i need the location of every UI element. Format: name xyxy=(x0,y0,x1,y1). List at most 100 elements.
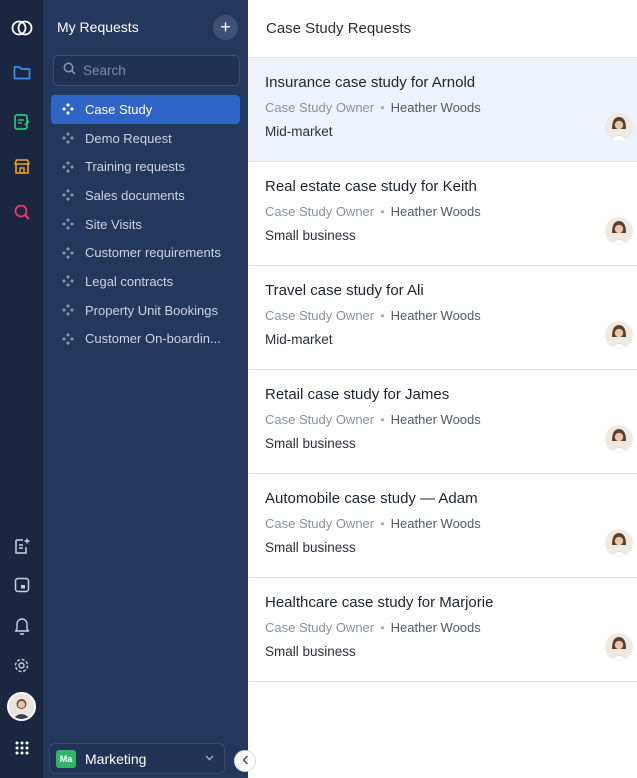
user-avatar[interactable] xyxy=(7,692,36,721)
sidebar-item-sales-documents[interactable]: Sales documents xyxy=(51,181,240,210)
apps-grid-icon[interactable] xyxy=(0,733,43,763)
separator-dot: • xyxy=(380,620,385,635)
owner-avatar xyxy=(605,425,633,453)
request-title: Automobile case study — Adam xyxy=(265,490,478,507)
add-request-button[interactable]: + xyxy=(213,15,238,40)
request-owner-row: Case Study Owner • Heather Woods xyxy=(265,100,637,115)
owner-label: Case Study Owner xyxy=(265,516,375,531)
separator-dot: • xyxy=(380,516,385,531)
owner-label: Case Study Owner xyxy=(265,204,375,219)
sidebar-item-customer-requirements[interactable]: Customer requirements xyxy=(51,238,240,267)
request-segment: Mid-market xyxy=(265,332,333,347)
collapse-sidebar-button[interactable] xyxy=(234,750,256,772)
workflow-diamond-icon xyxy=(60,331,76,347)
request-type-list: Case Study Demo Request Training request… xyxy=(51,95,240,353)
chevron-down-icon xyxy=(205,753,214,764)
sidebar-item-demo-request[interactable]: Demo Request xyxy=(51,124,240,153)
sidebar-item-label: Case Study xyxy=(85,101,153,117)
store-icon[interactable] xyxy=(0,152,43,182)
sidebar-item-label: Customer On-boardin... xyxy=(85,331,221,347)
owner-name: Heather Woods xyxy=(390,620,481,635)
search-input[interactable] xyxy=(83,63,223,78)
owner-label: Case Study Owner xyxy=(265,100,375,115)
sidebar-item-label: Site Visits xyxy=(85,216,142,232)
request-title: Travel case study for Ali xyxy=(265,282,424,299)
workflow-diamond-icon xyxy=(60,187,76,203)
request-title: Insurance case study for Arnold xyxy=(265,74,476,91)
owner-name: Heather Woods xyxy=(390,204,481,219)
request-card[interactable]: Insurance case study for Arnold Case Stu… xyxy=(248,58,637,162)
settings-icon[interactable] xyxy=(0,650,43,680)
sidebar-item-property-unit-bookings[interactable]: Property Unit Bookings xyxy=(51,296,240,325)
owner-avatar xyxy=(605,217,633,245)
sidebar-item-customer-onboarding[interactable]: Customer On-boardin... xyxy=(51,325,240,354)
request-owner-row: Case Study Owner • Heather Woods xyxy=(265,620,637,635)
owner-avatar xyxy=(605,321,633,349)
sidebar-item-site-visits[interactable]: Site Visits xyxy=(51,210,240,239)
search-icon xyxy=(63,62,76,80)
sidebar-item-case-study[interactable]: Case Study xyxy=(51,95,240,124)
sidebar-item-legal-contracts[interactable]: Legal contracts xyxy=(51,267,240,296)
request-owner-row: Case Study Owner • Heather Woods xyxy=(265,204,637,219)
request-owner-row: Case Study Owner • Heather Woods xyxy=(265,516,637,531)
workflow-diamond-icon xyxy=(60,130,76,146)
request-card[interactable]: Real estate case study for Keith Case St… xyxy=(248,162,637,266)
folder-icon[interactable] xyxy=(0,57,43,87)
separator-dot: • xyxy=(380,204,385,219)
sidebar-title: My Requests xyxy=(57,19,139,35)
app-logo-icon[interactable] xyxy=(0,13,43,43)
sidebar-item-label: Training requests xyxy=(85,159,185,175)
workspace-name: Marketing xyxy=(85,750,147,767)
bell-icon[interactable] xyxy=(0,611,43,641)
owner-name: Heather Woods xyxy=(390,412,481,427)
request-segment: Small business xyxy=(265,228,356,243)
owner-label: Case Study Owner xyxy=(265,620,375,635)
search-analytics-icon[interactable] xyxy=(0,197,43,227)
owner-name: Heather Woods xyxy=(390,516,481,531)
owner-avatar xyxy=(605,633,633,661)
owner-name: Heather Woods xyxy=(390,308,481,323)
sidebar-item-label: Legal contracts xyxy=(85,273,174,289)
workflow-diamond-icon xyxy=(60,302,76,318)
owner-avatar xyxy=(605,529,633,557)
sidebar-item-label: Demo Request xyxy=(85,130,172,146)
add-task-icon[interactable] xyxy=(0,531,43,561)
icon-rail xyxy=(0,0,43,778)
workflow-diamond-icon xyxy=(60,101,76,117)
owner-label: Case Study Owner xyxy=(265,412,375,427)
sidebar-item-training-requests[interactable]: Training requests xyxy=(51,152,240,181)
request-segment: Small business xyxy=(265,540,356,555)
workflow-diamond-icon xyxy=(60,216,76,232)
main-panel: Case Study Requests Insurance case study… xyxy=(248,0,637,778)
owner-name: Heather Woods xyxy=(390,100,481,115)
request-title: Real estate case study for Keith xyxy=(265,178,477,195)
request-card[interactable]: Retail case study for James Case Study O… xyxy=(248,370,637,474)
separator-dot: • xyxy=(380,100,385,115)
request-owner-row: Case Study Owner • Heather Woods xyxy=(265,308,637,323)
owner-avatar xyxy=(605,113,633,141)
requests-icon[interactable] xyxy=(0,107,43,137)
workspace-badge: Ma xyxy=(56,749,76,768)
owner-label: Case Study Owner xyxy=(265,308,375,323)
request-card[interactable]: Healthcare case study for Marjorie Case … xyxy=(248,578,637,682)
workflow-diamond-icon xyxy=(60,245,76,261)
sidebar-item-label: Property Unit Bookings xyxy=(85,302,218,318)
workspace-switcher[interactable]: Ma Marketing xyxy=(49,743,225,774)
chevron-left-icon xyxy=(241,752,249,770)
request-card[interactable]: Automobile case study — Adam Case Study … xyxy=(248,474,637,578)
request-owner-row: Case Study Owner • Heather Woods xyxy=(265,412,637,427)
request-segment: Mid-market xyxy=(265,124,333,139)
workflow-diamond-icon xyxy=(60,159,76,175)
requests-sidebar: My Requests + Case Study Demo Request Tr… xyxy=(43,0,248,778)
separator-dot: • xyxy=(380,412,385,427)
calendar-icon[interactable] xyxy=(0,570,43,600)
request-card[interactable]: Travel case study for Ali Case Study Own… xyxy=(248,266,637,370)
request-segment: Small business xyxy=(265,436,356,451)
request-segment: Small business xyxy=(265,644,356,659)
request-title: Retail case study for James xyxy=(265,386,450,403)
request-title: Healthcare case study for Marjorie xyxy=(265,594,494,611)
sidebar-item-label: Sales documents xyxy=(85,187,185,203)
search-box[interactable] xyxy=(53,55,240,86)
page-title: Case Study Requests xyxy=(248,0,637,58)
sidebar-item-label: Customer requirements xyxy=(85,245,221,261)
